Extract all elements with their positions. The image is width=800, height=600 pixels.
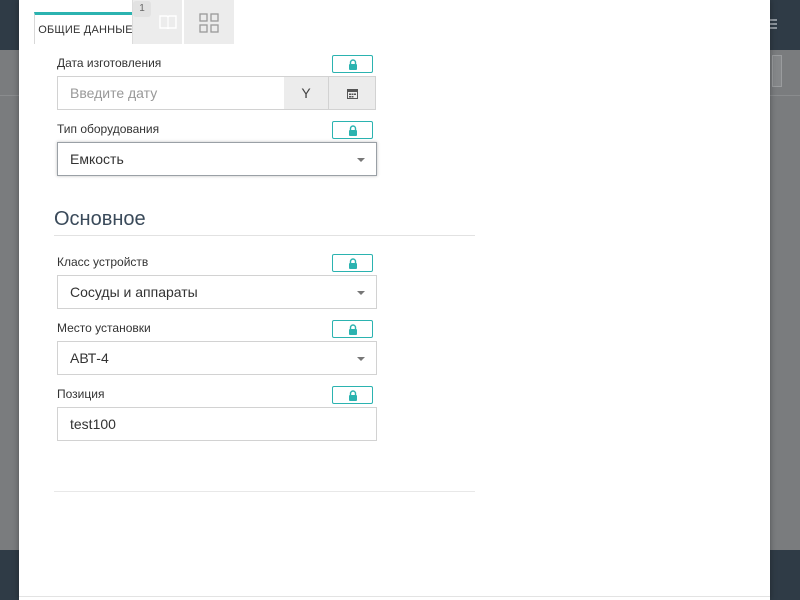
install-place-value: АВТ-4 — [70, 350, 109, 366]
equipment-type-lock-button[interactable] — [332, 121, 373, 139]
install-place-label: Место установки — [57, 321, 151, 335]
lock-icon — [349, 324, 357, 335]
manufacture-date-input[interactable] — [57, 76, 285, 110]
lock-icon — [349, 258, 357, 269]
manufacture-date-lock-button[interactable] — [332, 55, 373, 73]
device-class-lock-button[interactable] — [332, 254, 373, 272]
position-value: test100 — [70, 416, 116, 432]
background-button — [772, 55, 782, 87]
equipment-type-select[interactable]: Емкость — [57, 142, 377, 176]
install-place-select[interactable]: АВТ-4 — [57, 341, 377, 375]
grid-icon — [199, 13, 219, 33]
install-place-lock-button[interactable] — [332, 320, 373, 338]
date-format-button[interactable]: Y — [284, 76, 329, 110]
tab-general-data[interactable]: ОБЩИЕ ДАННЫЕ — [34, 12, 137, 44]
position-lock-button[interactable] — [332, 386, 373, 404]
equipment-type-label: Тип оборудования — [57, 122, 160, 136]
footer-divider — [54, 491, 475, 492]
tab-general-data-label: ОБЩИЕ ДАННЫЕ — [38, 24, 133, 36]
position-input[interactable]: test100 — [57, 407, 377, 441]
tab-documents-badge: 1 — [133, 1, 151, 17]
equipment-type-value: Емкость — [70, 151, 124, 167]
chevron-down-icon — [357, 357, 365, 361]
position-label: Позиция — [57, 387, 105, 401]
equipment-modal: ОБЩИЕ ДАННЫЕ 1 Дата изготовления Y — [19, 0, 770, 600]
chevron-down-icon — [357, 158, 365, 162]
modal-bottom-border — [19, 596, 770, 597]
calendar-icon — [347, 89, 358, 99]
section-title: Основное — [54, 208, 146, 230]
chevron-down-icon — [357, 291, 365, 295]
section-divider — [54, 235, 475, 236]
lock-icon — [349, 59, 357, 70]
calendar-button[interactable] — [329, 76, 376, 110]
lock-icon — [349, 390, 357, 401]
device-class-label: Класс устройств — [57, 255, 149, 269]
device-class-value: Сосуды и аппараты — [70, 284, 198, 300]
manufacture-date-label: Дата изготовления — [57, 56, 162, 70]
device-class-select[interactable]: Сосуды и аппараты — [57, 275, 377, 309]
book-icon — [159, 15, 177, 29]
lock-icon — [349, 125, 357, 136]
